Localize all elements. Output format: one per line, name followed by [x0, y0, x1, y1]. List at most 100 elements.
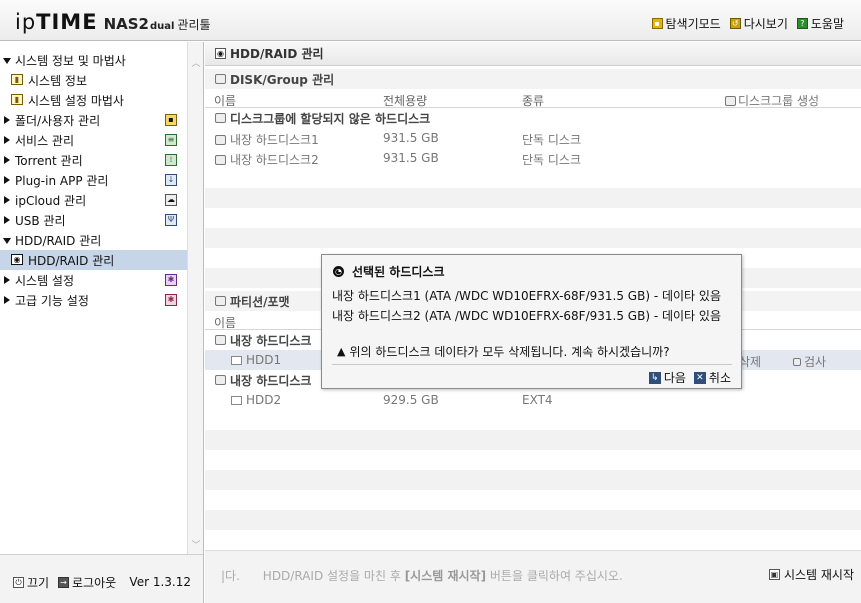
row-type: 단독 디스크	[522, 153, 582, 167]
explorer-mode-link[interactable]: ▪ 탐색기모드	[651, 15, 721, 32]
logout-button[interactable]: → 로그아웃	[58, 574, 116, 591]
partition-icon	[215, 296, 226, 306]
logo-dual: dual	[149, 21, 175, 32]
system-reboot-button[interactable]: ▣ 시스템 재시작	[768, 566, 854, 583]
sidebar-item-hdd-raid[interactable]: ◉ HDD/RAID 관리	[0, 250, 187, 270]
refresh-icon: ↺	[729, 18, 741, 29]
sidebar-item-label: Torrent 관리	[15, 153, 83, 168]
row-name-label: HDD1	[246, 353, 282, 367]
sidebar-item-label: 폴더/사용자 관리	[15, 113, 101, 128]
warning-icon: ▲	[337, 345, 346, 358]
sidebar-scrollbar[interactable]: ︿ ﹀	[187, 42, 203, 554]
sidebar-footer: ⏻ 끄기 → 로그아웃 Ver 1.3.12	[0, 554, 203, 603]
hdd-icon	[231, 395, 242, 405]
sidebar: 시스템 정보 및 마법사 ▮ 시스템 정보 ▮ 시스템 설정 마법사 폴더/사용…	[0, 42, 204, 603]
disk-stack-icon	[215, 113, 226, 123]
sidebar-item-system-settings[interactable]: 시스템 설정 ✱	[0, 270, 187, 290]
collapsed-arrow-icon	[4, 156, 10, 164]
sidebar-item-torrent[interactable]: Torrent 관리 ⁞	[0, 150, 187, 170]
sidebar-item-label: USB 관리	[15, 213, 66, 228]
next-label: 다음	[663, 371, 686, 385]
disk-stack-icon	[215, 335, 226, 345]
folder-user-icon: ▪	[165, 114, 177, 126]
dialog-warning-label: 위의 하드디스크 데이타가 모두 삭제됩니다. 계속 하시겠습니까?	[349, 345, 670, 359]
disk-icon: ◉	[215, 48, 226, 59]
row-name: HDD2	[231, 393, 281, 407]
dialog-warning: ▲ 위의 하드디스크 데이타가 모두 삭제됩니다. 계속 하시겠습니까?	[337, 343, 670, 360]
notice-prefix: |다.	[221, 569, 240, 583]
row-name-label: 내장 하드디스크1	[230, 133, 319, 147]
sidebar-item-hdd-raid-group[interactable]: HDD/RAID 관리	[0, 230, 187, 250]
create-disk-group-button[interactable]: 디스크그룹 생성	[725, 92, 819, 109]
help-link[interactable]: ? 도움말	[796, 15, 844, 32]
expanded-arrow-icon	[3, 238, 11, 244]
sidebar-item-setup-wizard[interactable]: ▮ 시스템 설정 마법사	[0, 90, 187, 110]
main-footer: |다. HDD/RAID 설정을 마친 후 [시스템 재시작] 버튼을 클릭하여…	[205, 550, 861, 603]
collapsed-arrow-icon	[4, 136, 10, 144]
sidebar-item-label: Plug-in APP 관리	[15, 173, 109, 188]
sidebar-item-system-info-wizard[interactable]: 시스템 정보 및 마법사	[0, 50, 187, 70]
folder-icon: ▪	[651, 18, 663, 29]
disk-group-header: 이름 전체용량 종류 디스크그룹 생성	[205, 90, 861, 108]
add-group-icon	[725, 95, 736, 106]
disk-group-title-label: DISK/Group 관리	[230, 72, 335, 87]
sidebar-item-folder-user[interactable]: 폴더/사용자 관리 ▪	[0, 110, 187, 130]
selected-disk-dialog: ◔ 선택된 하드디스크 내장 하드디스크1 (ATA /WDC WD10EFRX…	[321, 254, 742, 389]
version-label: Ver 1.3.12	[129, 575, 191, 589]
notice-mid: HDD/RAID 설정을 마친 후	[262, 569, 405, 583]
disk-icon: ◉	[11, 254, 23, 265]
scroll-up-icon[interactable]: ︿	[188, 56, 204, 72]
delete-button[interactable]: 삭제	[739, 353, 761, 370]
row-name: 내장 하드디스크1	[215, 131, 319, 148]
page-title: ◉ HDD/RAID 관리	[205, 42, 861, 66]
sidebar-item-label: 시스템 설정 마법사	[28, 93, 124, 108]
row-type: 단독 디스크	[522, 133, 582, 147]
table-row[interactable]: 내장 하드디스크1 931.5 GB 단독 디스크	[205, 128, 861, 148]
next-button[interactable]: ↳ 다음	[648, 369, 686, 386]
create-disk-group-label: 디스크그룹 생성	[738, 94, 820, 108]
unassigned-disks-label: 디스크그룹에 할당되지 않은 하드디스크	[230, 111, 431, 126]
explorer-mode-label: 탐색기모드	[665, 17, 721, 31]
sidebar-item-label: HDD/RAID 관리	[15, 233, 102, 248]
sidebar-item-usb[interactable]: USB 관리 Ψ	[0, 210, 187, 230]
system-reboot-label: 시스템 재시작	[783, 568, 854, 582]
sidebar-item-plugin-app[interactable]: Plug-in APP 관리 ↓	[0, 170, 187, 190]
sidebar-item-service[interactable]: 서비스 관리 ≡	[0, 130, 187, 150]
logo-time: TIME	[36, 10, 98, 34]
close-icon: ✕	[693, 371, 706, 384]
sidebar-item-label: 고급 기능 설정	[15, 293, 89, 308]
power-icon: ⏻	[13, 577, 24, 588]
sidebar-item-label: ipCloud 관리	[15, 193, 87, 208]
page-title-label: HDD/RAID 관리	[230, 47, 324, 61]
sidebar-item-ipcloud[interactable]: ipCloud 관리 ☁	[0, 190, 187, 210]
row-size: 929.5 GB	[383, 393, 439, 407]
power-off-button[interactable]: ⏻ 끄기	[13, 574, 49, 591]
check-button[interactable]: 검사	[793, 353, 826, 370]
iptime-logo: ip TIME NAS2 dual 관리툴	[15, 10, 211, 34]
row-name-label: 내장 하드디스크2	[230, 153, 319, 167]
disk-stack-icon	[215, 375, 226, 385]
refresh-link[interactable]: ↺ 다시보기	[729, 15, 788, 32]
cancel-button[interactable]: ✕ 취소	[693, 369, 731, 386]
collapsed-arrow-icon	[4, 176, 10, 184]
reboot-icon: ▣	[768, 569, 780, 580]
collapsed-arrow-icon	[4, 116, 10, 124]
row-fs: EXT4	[522, 393, 553, 407]
notice-suffix: 버튼을 클릭하여 주십시오.	[486, 569, 623, 583]
logout-icon: →	[58, 577, 69, 588]
partition-title-label: 파티션/포맷	[230, 294, 290, 309]
unassigned-disks-group: 디스크그룹에 할당되지 않은 하드디스크	[205, 108, 861, 128]
row-size: 931.5 GB	[383, 151, 439, 165]
table-row[interactable]: 내장 하드디스크2 931.5 GB 단독 디스크	[205, 148, 861, 168]
cancel-label: 취소	[708, 371, 731, 385]
partition-group-label: 내장 하드디스크	[230, 373, 312, 388]
collapsed-arrow-icon	[4, 276, 10, 284]
disk-stack-icon	[215, 74, 226, 84]
sidebar-item-system-info[interactable]: ▮ 시스템 정보	[0, 70, 187, 90]
table-row[interactable]: HDD2 929.5 GB EXT4	[205, 390, 861, 410]
sidebar-item-advanced[interactable]: 고급 기능 설정 ✱	[0, 290, 187, 310]
scroll-down-icon[interactable]: ﹀	[188, 538, 204, 554]
top-links: ▪ 탐색기모드 ↺ 다시보기 ? 도움말	[651, 15, 844, 32]
dialog-divider	[332, 364, 732, 365]
disk-icon	[215, 134, 226, 145]
